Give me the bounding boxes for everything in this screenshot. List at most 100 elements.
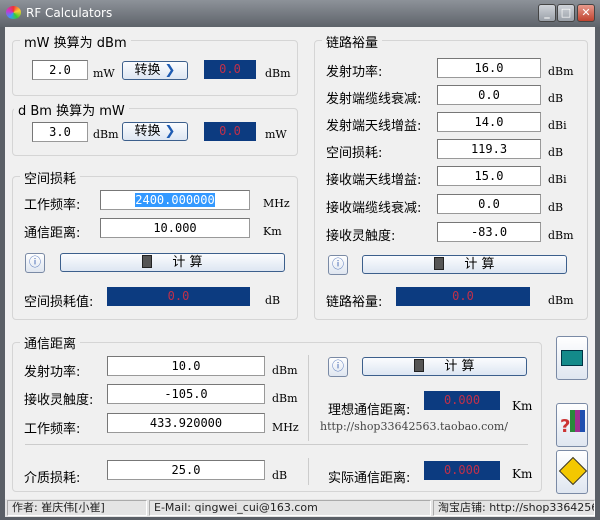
result-label: 空间损耗值: bbox=[24, 295, 94, 310]
loss-label: 介质损耗: bbox=[24, 471, 81, 486]
exit-sign-icon bbox=[558, 456, 588, 486]
group-title: 空间损耗 bbox=[20, 168, 81, 187]
link-margin-result: 0.0 bbox=[396, 287, 530, 306]
link-margin-input[interactable]: 16.0 bbox=[437, 58, 541, 78]
info-icon[interactable]: ⓘ bbox=[328, 255, 348, 275]
freq-label: 工作频率: bbox=[24, 198, 81, 213]
link-margin-input[interactable]: 15.0 bbox=[437, 166, 541, 186]
mw-input[interactable]: 2.0 bbox=[32, 60, 88, 80]
actual-distance-result: 0.000 bbox=[424, 461, 500, 480]
ideal-distance-result: 0.000 bbox=[424, 391, 500, 410]
unit-label: dBm bbox=[548, 294, 574, 307]
chevron-right-icon: ❯ bbox=[164, 124, 176, 139]
space-loss-result: 0.0 bbox=[107, 287, 250, 306]
button-label: 计 算 bbox=[172, 255, 203, 270]
result-label: 链路裕量: bbox=[326, 295, 383, 310]
chevron-right-icon: ❯ bbox=[164, 63, 176, 78]
unit-label: dBm bbox=[548, 229, 574, 242]
dbm-input[interactable]: 3.0 bbox=[32, 122, 88, 142]
dist-label: 通信距离: bbox=[24, 226, 81, 241]
freq-input[interactable]: 2400.000000 bbox=[100, 190, 250, 210]
button-label: 计 算 bbox=[444, 359, 475, 374]
app-icon bbox=[6, 6, 21, 19]
row-label: 接收端缆线衰减: bbox=[326, 201, 422, 216]
unit-label: Km bbox=[512, 467, 533, 481]
row-label: 发射功率: bbox=[326, 65, 383, 80]
status-author: 作者: 崔庆伟[小崔] bbox=[7, 500, 147, 516]
unit-label: dB bbox=[548, 201, 564, 214]
group-title: mW 换算为 dBm bbox=[20, 32, 131, 51]
minimize-button[interactable]: _ bbox=[538, 4, 556, 22]
row-label: 发射端缆线衰减: bbox=[326, 92, 422, 107]
exit-button[interactable] bbox=[556, 450, 588, 494]
row-label: 接收端天线增益: bbox=[326, 173, 422, 188]
unit-label: dB bbox=[265, 294, 281, 307]
calculator-icon bbox=[414, 359, 425, 372]
calc-space-loss-button[interactable]: 计 算 bbox=[60, 253, 285, 272]
freq-value: 2400.000000 bbox=[135, 193, 215, 207]
shop-url[interactable]: http://shop33642563.taobao.com/ bbox=[320, 420, 508, 433]
unit-label: mW bbox=[265, 128, 287, 141]
convert-mw-button[interactable]: 转换 ❯ bbox=[122, 61, 188, 80]
comm-distance-input[interactable]: 10.0 bbox=[107, 356, 265, 376]
row-label: 发射功率: bbox=[24, 365, 81, 380]
mw-result: 0.0 bbox=[204, 122, 256, 141]
link-margin-input[interactable]: 0.0 bbox=[437, 194, 541, 214]
divider bbox=[308, 458, 309, 485]
button-label: 计 算 bbox=[464, 257, 495, 272]
divider bbox=[308, 355, 309, 441]
unit-label: MHz bbox=[263, 197, 290, 210]
unit-label: Km bbox=[512, 399, 533, 413]
distance-input[interactable]: 10.000 bbox=[100, 218, 250, 238]
unit-label: dBi bbox=[548, 173, 567, 186]
title-bar: RF Calculators _ □ ✕ bbox=[0, 0, 600, 27]
calc-distance-button[interactable]: 计 算 bbox=[362, 357, 527, 376]
help-button[interactable]: ? bbox=[556, 403, 588, 447]
help-books-icon: ? bbox=[560, 410, 586, 437]
close-button[interactable]: ✕ bbox=[577, 4, 595, 22]
divider bbox=[25, 444, 528, 445]
status-bar: 作者: 崔庆伟[小崔] E-Mail: qingwei_cui@163.com … bbox=[5, 499, 595, 517]
status-shop: 淘宝店铺: http://shop33642563.taobao.com/ bbox=[433, 500, 595, 516]
unit-label: MHz bbox=[272, 421, 299, 434]
unit-label: dBm bbox=[548, 65, 574, 78]
ideal-distance-label: 理想通信距离: bbox=[328, 403, 411, 418]
unit-label: dBm bbox=[272, 392, 298, 405]
unit-label: dBm bbox=[272, 364, 298, 377]
calculator-button[interactable] bbox=[556, 336, 588, 380]
button-label: 转换 bbox=[134, 63, 161, 78]
dbm-result: 0.0 bbox=[204, 60, 256, 79]
group-title: d Bm 换算为 mW bbox=[14, 100, 129, 119]
unit-label: dB bbox=[272, 469, 288, 482]
status-email: E-Mail: qingwei_cui@163.com bbox=[149, 500, 431, 516]
comm-distance-input[interactable]: 433.920000 bbox=[107, 413, 265, 433]
link-margin-input[interactable]: 0.0 bbox=[437, 85, 541, 105]
row-label: 接收灵触度: bbox=[24, 393, 94, 408]
group-title: 链路裕量 bbox=[322, 32, 383, 51]
comm-distance-input[interactable]: -105.0 bbox=[107, 384, 265, 404]
row-label: 发射端天线增益: bbox=[326, 119, 422, 134]
link-margin-input[interactable]: 119.3 bbox=[437, 139, 541, 159]
calc-link-margin-button[interactable]: 计 算 bbox=[362, 255, 567, 274]
window-title: RF Calculators bbox=[26, 6, 113, 20]
group-title: 通信距离 bbox=[20, 333, 81, 352]
info-icon[interactable]: ⓘ bbox=[328, 357, 348, 377]
info-icon[interactable]: ⓘ bbox=[25, 253, 45, 273]
calculator-icon bbox=[561, 350, 583, 366]
unit-label: mW bbox=[93, 67, 115, 80]
unit-label: Km bbox=[263, 225, 282, 238]
unit-label: dBm bbox=[265, 67, 291, 80]
unit-label: dBi bbox=[548, 119, 567, 132]
maximize-button[interactable]: □ bbox=[557, 4, 575, 22]
calculator-icon bbox=[434, 257, 445, 270]
link-margin-input[interactable]: -83.0 bbox=[437, 222, 541, 242]
unit-label: dB bbox=[548, 146, 564, 159]
actual-distance-label: 实际通信距离: bbox=[328, 471, 411, 486]
convert-dbm-button[interactable]: 转换 ❯ bbox=[122, 122, 188, 141]
row-label: 工作频率: bbox=[24, 422, 81, 437]
medium-loss-input[interactable]: 25.0 bbox=[107, 460, 265, 480]
calculator-icon bbox=[142, 255, 153, 268]
unit-label: dBm bbox=[93, 128, 119, 141]
link-margin-input[interactable]: 14.0 bbox=[437, 112, 541, 132]
button-label: 转换 bbox=[134, 124, 161, 139]
